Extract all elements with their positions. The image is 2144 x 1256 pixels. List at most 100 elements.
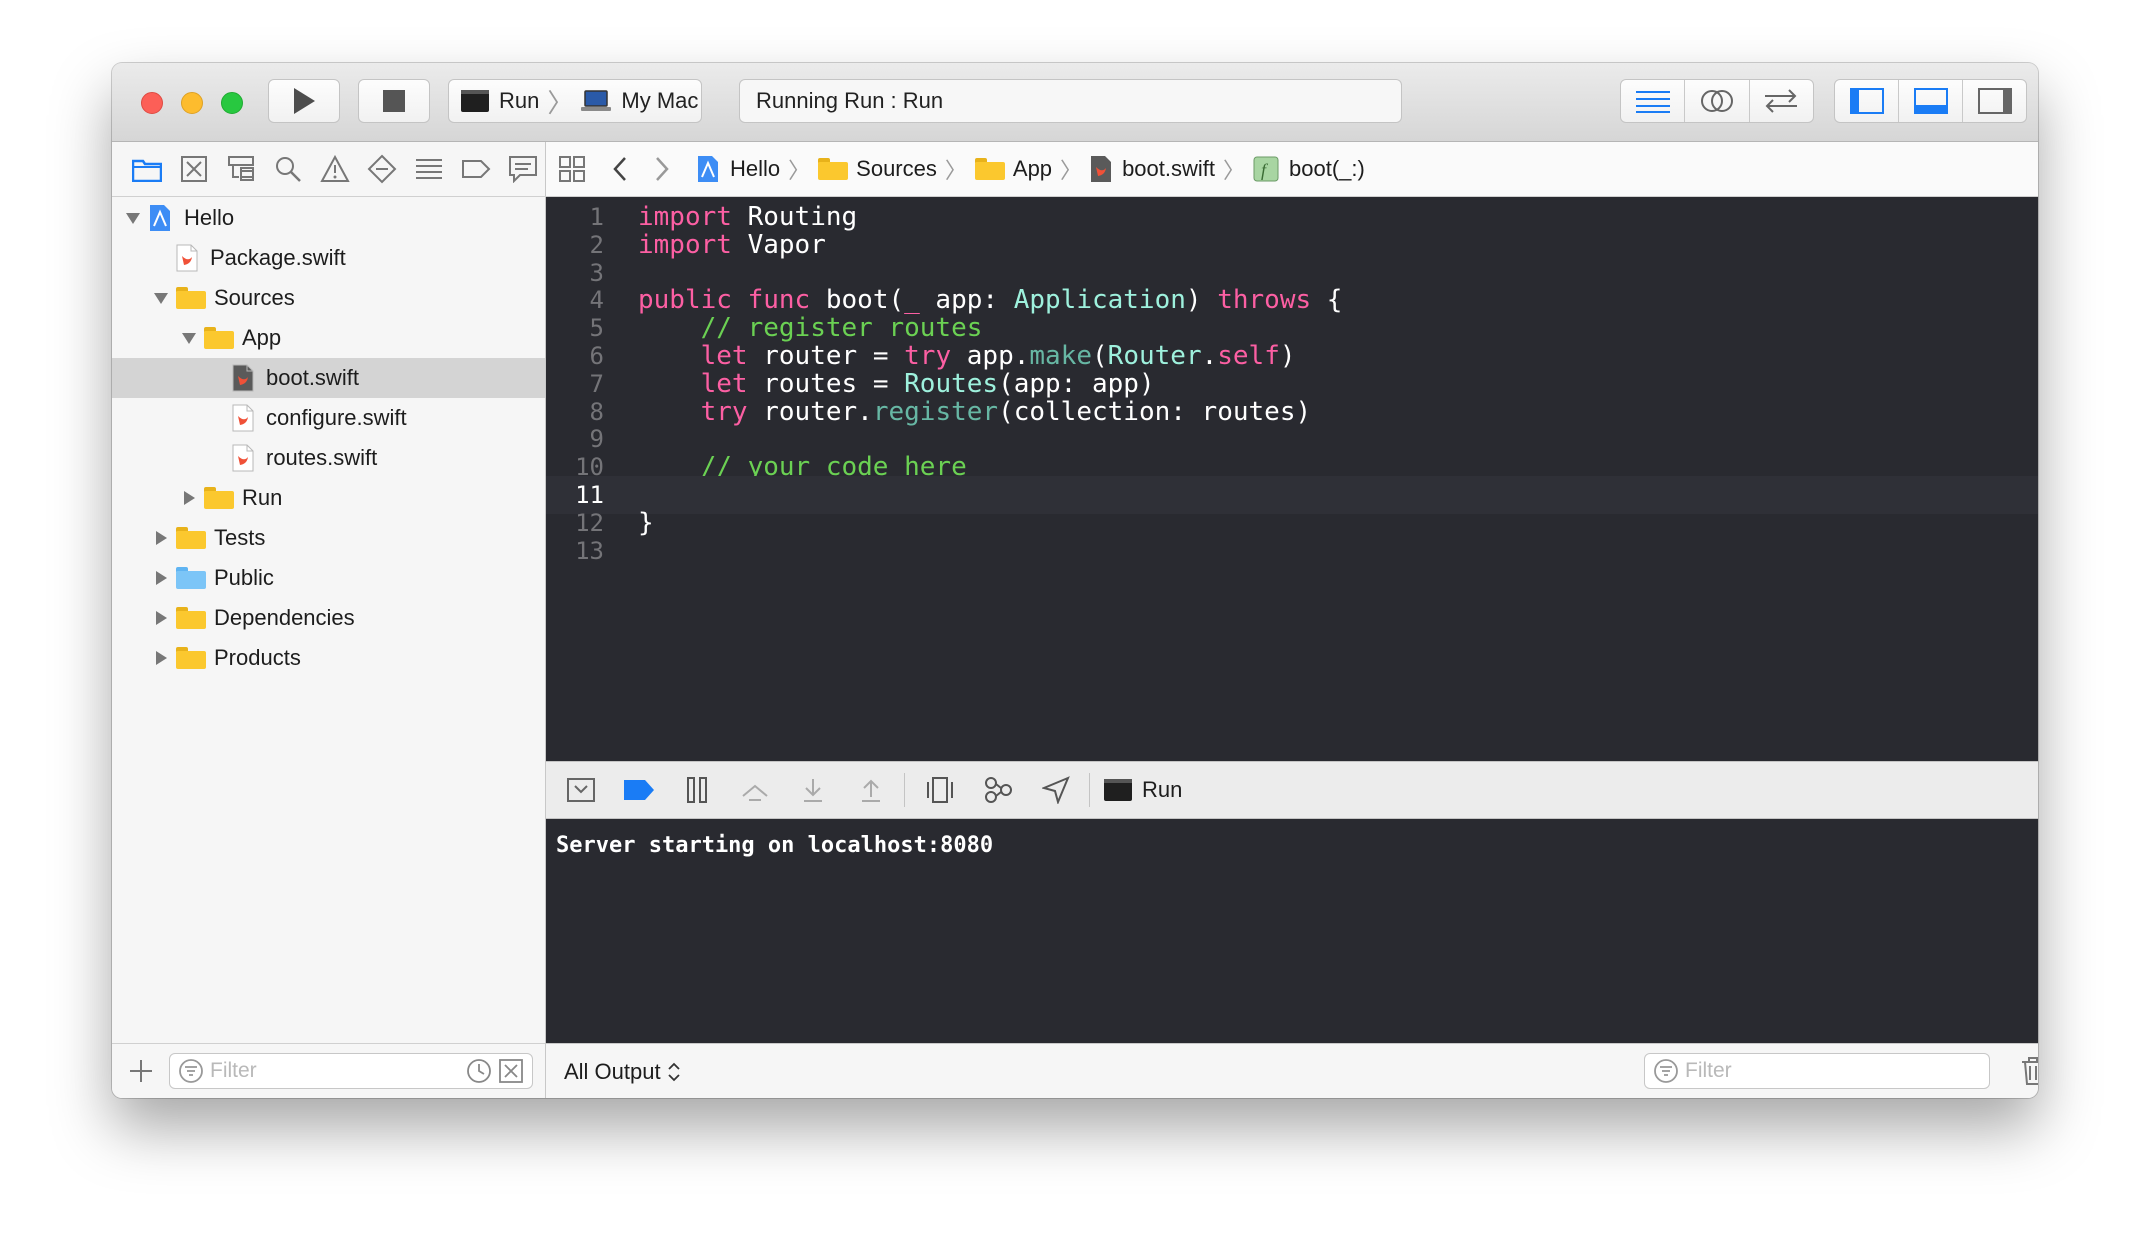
- breadcrumb-separator-icon: 〉: [1223, 158, 1246, 183]
- filter-icon: [1654, 1059, 1678, 1083]
- disclosure-closed-icon[interactable]: [180, 489, 198, 507]
- breadcrumb-app-label: App: [1012, 156, 1053, 181]
- tree-item[interactable]: Hello: [112, 198, 545, 238]
- pause-button[interactable]: [674, 767, 720, 813]
- tab-project-navigator[interactable]: [124, 149, 171, 189]
- tab-test-navigator[interactable]: [358, 149, 405, 189]
- updown-chevron-icon: [667, 1062, 680, 1081]
- tree-item[interactable]: Dependencies: [112, 598, 545, 638]
- tab-issue-navigator[interactable]: [312, 149, 359, 189]
- simulate-location-button[interactable]: [1033, 767, 1079, 813]
- tab-source-control[interactable]: [171, 149, 218, 189]
- standard-editor-button[interactable]: [1621, 80, 1686, 122]
- left-panel-icon: [1849, 88, 1884, 114]
- trash-icon[interactable]: [2020, 1056, 2038, 1086]
- tree-item[interactable]: Products: [112, 638, 545, 678]
- related-items-grid-icon[interactable]: [558, 155, 586, 183]
- tree-item[interactable]: Package.swift: [112, 238, 545, 278]
- debug-view-hierarchy-button[interactable]: [917, 767, 963, 813]
- tree-item-label: Tests: [214, 525, 266, 550]
- tree-item[interactable]: boot.swift: [112, 358, 545, 398]
- assistant-editor-button[interactable]: [1685, 80, 1750, 122]
- breadcrumb-file[interactable]: boot.swift: [1090, 155, 1215, 183]
- tree-item[interactable]: Public: [112, 558, 545, 598]
- console-scope-popup[interactable]: All Output: [564, 1044, 681, 1098]
- close-window-button[interactable]: [141, 92, 163, 114]
- tab-symbol-navigator[interactable]: [218, 149, 265, 189]
- tree-item-label: Run: [242, 485, 283, 510]
- recent-files-clock-icon[interactable]: [466, 1058, 492, 1084]
- tab-breakpoint-navigator[interactable]: [452, 149, 499, 189]
- tab-debug-navigator[interactable]: [405, 149, 452, 189]
- chevron-right-icon[interactable]: [652, 155, 672, 183]
- step-out-button[interactable]: [848, 767, 894, 813]
- add-icon[interactable]: [128, 1058, 154, 1084]
- xcode-project-icon: [698, 156, 718, 182]
- toolbar: Run 〉 My Mac Running Run : Run: [112, 63, 2038, 142]
- toolbar-divider: [1089, 773, 1090, 807]
- folder-icon: [204, 487, 234, 509]
- stop-button[interactable]: [358, 79, 430, 123]
- disclosure-closed-icon[interactable]: [152, 529, 170, 547]
- view-hierarchy-icon: [927, 777, 953, 803]
- chevron-left-icon[interactable]: [610, 155, 630, 183]
- breadcrumb-project[interactable]: Hello: [696, 155, 780, 183]
- step-over-button[interactable]: [732, 767, 778, 813]
- code-line[interactable]: 13: [546, 532, 2038, 570]
- breakpoint-tag-icon: [624, 780, 654, 800]
- source-editor[interactable]: 1 import Routing 2 import Vapor 3 4 public fun…: [546, 197, 2038, 761]
- toggle-inspector-button[interactable]: [1963, 80, 2026, 122]
- disclosure-open-icon[interactable]: [124, 209, 142, 227]
- breadcrumb-separator-icon: 〉: [788, 158, 811, 183]
- breadcrumb-sources[interactable]: Sources: [818, 156, 937, 182]
- tree-item[interactable]: Run: [112, 478, 545, 518]
- terminal-icon: [1104, 779, 1132, 801]
- folder-icon: [176, 287, 206, 309]
- swift-file-icon: [232, 404, 254, 432]
- tab-find-navigator[interactable]: [265, 149, 312, 189]
- disclosure-open-icon[interactable]: [180, 329, 198, 347]
- minimize-window-button[interactable]: [181, 92, 203, 114]
- breakpoints-toggle-button[interactable]: [616, 767, 662, 813]
- tree-item[interactable]: Sources: [112, 278, 545, 318]
- macbook-icon: [581, 90, 612, 111]
- tree-item[interactable]: Tests: [112, 518, 545, 558]
- toggle-navigator-button[interactable]: [1835, 80, 1899, 122]
- console-footer: All Output Filter: [546, 1043, 2038, 1098]
- swift-file-icon: [1091, 156, 1112, 182]
- memory-graph-icon: [985, 777, 1012, 803]
- swift-file-icon: [176, 244, 198, 272]
- tree-item[interactable]: configure.swift: [112, 398, 545, 438]
- tab-report-navigator[interactable]: [499, 149, 546, 189]
- debug-memory-graph-button[interactable]: [975, 767, 1021, 813]
- disclosure-closed-icon[interactable]: [152, 609, 170, 627]
- play-icon: [294, 88, 315, 114]
- disclosure-open-icon[interactable]: [152, 289, 170, 307]
- hide-debug-area-button[interactable]: [558, 767, 604, 813]
- filter-icon: [179, 1059, 203, 1083]
- zoom-window-button[interactable]: [221, 92, 243, 114]
- step-over-icon: [742, 784, 768, 801]
- console-output[interactable]: Server starting on localhost:8080: [546, 819, 2038, 1043]
- swap-arrows-icon: [1765, 89, 1798, 113]
- breakpoint-tag-icon: [461, 160, 491, 178]
- scheme-selector[interactable]: Run 〉 My Mac: [448, 79, 702, 123]
- navigator-filter-field[interactable]: Filter: [169, 1053, 533, 1089]
- source-control-filter-icon[interactable]: [498, 1058, 524, 1084]
- breadcrumb-app[interactable]: App: [974, 156, 1053, 182]
- disclosure-closed-icon[interactable]: [152, 649, 170, 667]
- run-button[interactable]: [268, 79, 340, 123]
- console-filter-placeholder: Filter: [1685, 1059, 1732, 1082]
- tree-item[interactable]: routes.swift: [112, 438, 545, 478]
- debug-process-selector[interactable]: Run: [1104, 777, 1182, 803]
- toggle-debug-area-button[interactable]: [1899, 80, 1963, 122]
- disclosure-closed-icon[interactable]: [152, 569, 170, 587]
- version-editor-button[interactable]: [1750, 80, 1813, 122]
- tree-item[interactable]: App: [112, 318, 545, 358]
- console-filter-field[interactable]: Filter: [1644, 1053, 1990, 1089]
- swift-file-icon: [232, 364, 254, 392]
- tree-item-label: Sources: [214, 285, 295, 310]
- step-into-button[interactable]: [790, 767, 836, 813]
- breadcrumb-function[interactable]: f boot(_:): [1253, 156, 1365, 182]
- breadcrumb: Hello 〉 Sources 〉 App 〉 boot.swift 〉 f b…: [696, 153, 1365, 185]
